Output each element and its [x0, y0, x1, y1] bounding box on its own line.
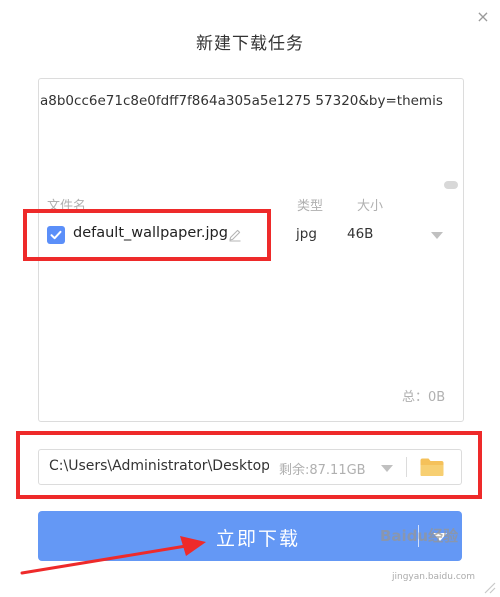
file-checkbox[interactable] — [47, 226, 65, 244]
url-text: a8b0cc6e71c8e0fdff7f864a305a5e1275 57320… — [40, 93, 443, 109]
resize-grip-icon[interactable] — [482, 580, 496, 594]
path-divider — [406, 457, 407, 477]
new-download-dialog: × 新建下载任务 a8b0cc6e71c8e0fdff7f864a305a5e1… — [0, 0, 500, 597]
file-name: default_wallpaper.jpg — [73, 225, 228, 241]
pencil-icon[interactable] — [227, 227, 243, 243]
scrollbar-thumb[interactable] — [444, 181, 458, 189]
watermark-logo: Baidu经验 — [380, 527, 459, 545]
watermark-url: jingyan.baidu.com — [392, 572, 476, 582]
close-button[interactable]: × — [476, 7, 490, 26]
column-header-name: 文件名 — [47, 199, 87, 214]
chevron-down-icon[interactable] — [431, 232, 443, 239]
save-path-field[interactable]: C:\Users\Administrator\Desktop 剩余:87.11G… — [38, 449, 462, 485]
path-history-chevron-down-icon[interactable] — [381, 465, 393, 472]
save-path-text: C:\Users\Administrator\Desktop — [49, 458, 269, 474]
folder-icon[interactable] — [419, 456, 445, 478]
close-icon: × — [476, 7, 490, 26]
file-row: default_wallpaper.jpg jpg 46B — [47, 222, 459, 248]
column-header-type: 类型 — [297, 199, 324, 214]
total-size: 总：0B — [402, 390, 446, 405]
url-input-area[interactable]: a8b0cc6e71c8e0fdff7f864a305a5e1275 57320… — [38, 78, 464, 422]
checkmark-icon — [50, 230, 62, 240]
free-space-label: 剩余:87.11GB — [279, 463, 366, 478]
column-header-size: 大小 — [357, 199, 384, 214]
dialog-title: 新建下载任务 — [196, 34, 304, 54]
file-type: jpg — [296, 226, 317, 242]
file-size: 46B — [347, 226, 374, 242]
